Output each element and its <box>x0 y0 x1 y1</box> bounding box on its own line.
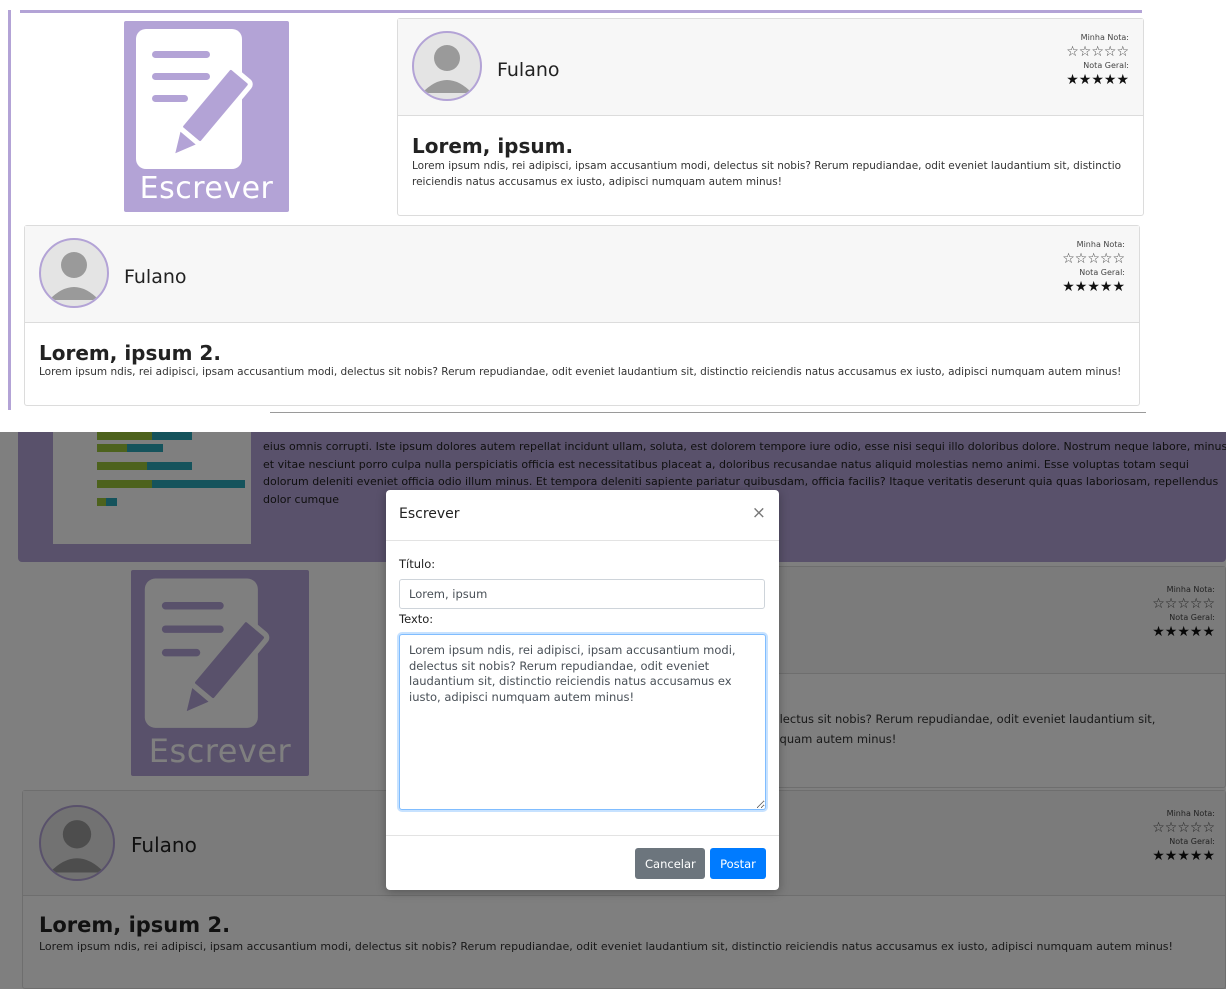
post-card-header: Fulano Minha Nota: ☆☆☆☆☆ Nota Geral: ★★★… <box>398 19 1143 116</box>
my-rating-stars[interactable]: ☆☆☆☆☆ <box>1062 250 1125 268</box>
overall-rating-stars: ★★★★★ <box>1066 72 1129 88</box>
title-input[interactable] <box>399 579 765 609</box>
modal-header: Escrever × <box>386 490 779 541</box>
post-body: Lorem ipsum ndis, rei adipisci, ipsam ac… <box>39 366 1122 378</box>
overall-rating-stars: ★★★★★ <box>1062 279 1125 295</box>
top-panel: Escrever Fulano Minha Nota: ☆☆☆☆☆ Nota G… <box>0 0 1150 415</box>
close-icon[interactable]: × <box>752 503 766 523</box>
rating-panel: Minha Nota: ☆☆☆☆☆ Nota Geral: ★★★★★ <box>1066 33 1129 89</box>
post-button[interactable]: Postar <box>710 848 766 879</box>
text-textarea[interactable]: Lorem ipsum ndis, rei adipisci, ipsam ac… <box>399 634 766 810</box>
escrever-tile-label: Escrever <box>139 171 274 206</box>
overall-rating-label: Nota Geral: <box>1079 268 1125 277</box>
post-title: Lorem, ipsum 2. <box>39 341 221 365</box>
write-post-modal: Escrever × Título: Texto: Lorem ipsum nd… <box>386 490 779 890</box>
post-title: Lorem, ipsum. <box>412 134 574 158</box>
pencil-paper-icon <box>136 29 253 169</box>
rating-panel: Minha Nota: ☆☆☆☆☆ Nota Geral: ★★★★★ <box>1062 240 1125 296</box>
avatar[interactable] <box>412 31 482 101</box>
overall-rating-label: Nota Geral: <box>1083 61 1129 70</box>
text-field-label: Texto: <box>399 612 434 626</box>
user-avatar-icon <box>422 45 472 93</box>
post-card-header: Fulano Minha Nota: ☆☆☆☆☆ Nota Geral: ★★★… <box>25 226 1139 323</box>
cancel-button[interactable]: Cancelar <box>635 848 705 879</box>
user-avatar-icon <box>49 252 99 300</box>
my-rating-label: Minha Nota: <box>1076 240 1125 249</box>
post-card: Fulano Minha Nota: ☆☆☆☆☆ Nota Geral: ★★★… <box>24 225 1140 406</box>
my-rating-stars[interactable]: ☆☆☆☆☆ <box>1066 43 1129 61</box>
post-body: Lorem ipsum ndis, rei adipisci, ipsam ac… <box>412 160 1122 188</box>
divider <box>270 412 1146 413</box>
post-card: Fulano Minha Nota: ☆☆☆☆☆ Nota Geral: ★★★… <box>397 18 1144 216</box>
modal-title: Escrever <box>399 506 460 522</box>
modal-footer: Cancelar Postar <box>386 835 779 891</box>
escrever-tile-button[interactable]: Escrever <box>124 21 289 212</box>
title-field-label: Título: <box>399 557 436 571</box>
avatar[interactable] <box>39 238 109 308</box>
my-rating-label: Minha Nota: <box>1080 33 1129 42</box>
post-author[interactable]: Fulano <box>497 59 560 81</box>
left-border <box>8 10 11 410</box>
post-author[interactable]: Fulano <box>124 266 187 288</box>
accent-line <box>20 10 1142 13</box>
